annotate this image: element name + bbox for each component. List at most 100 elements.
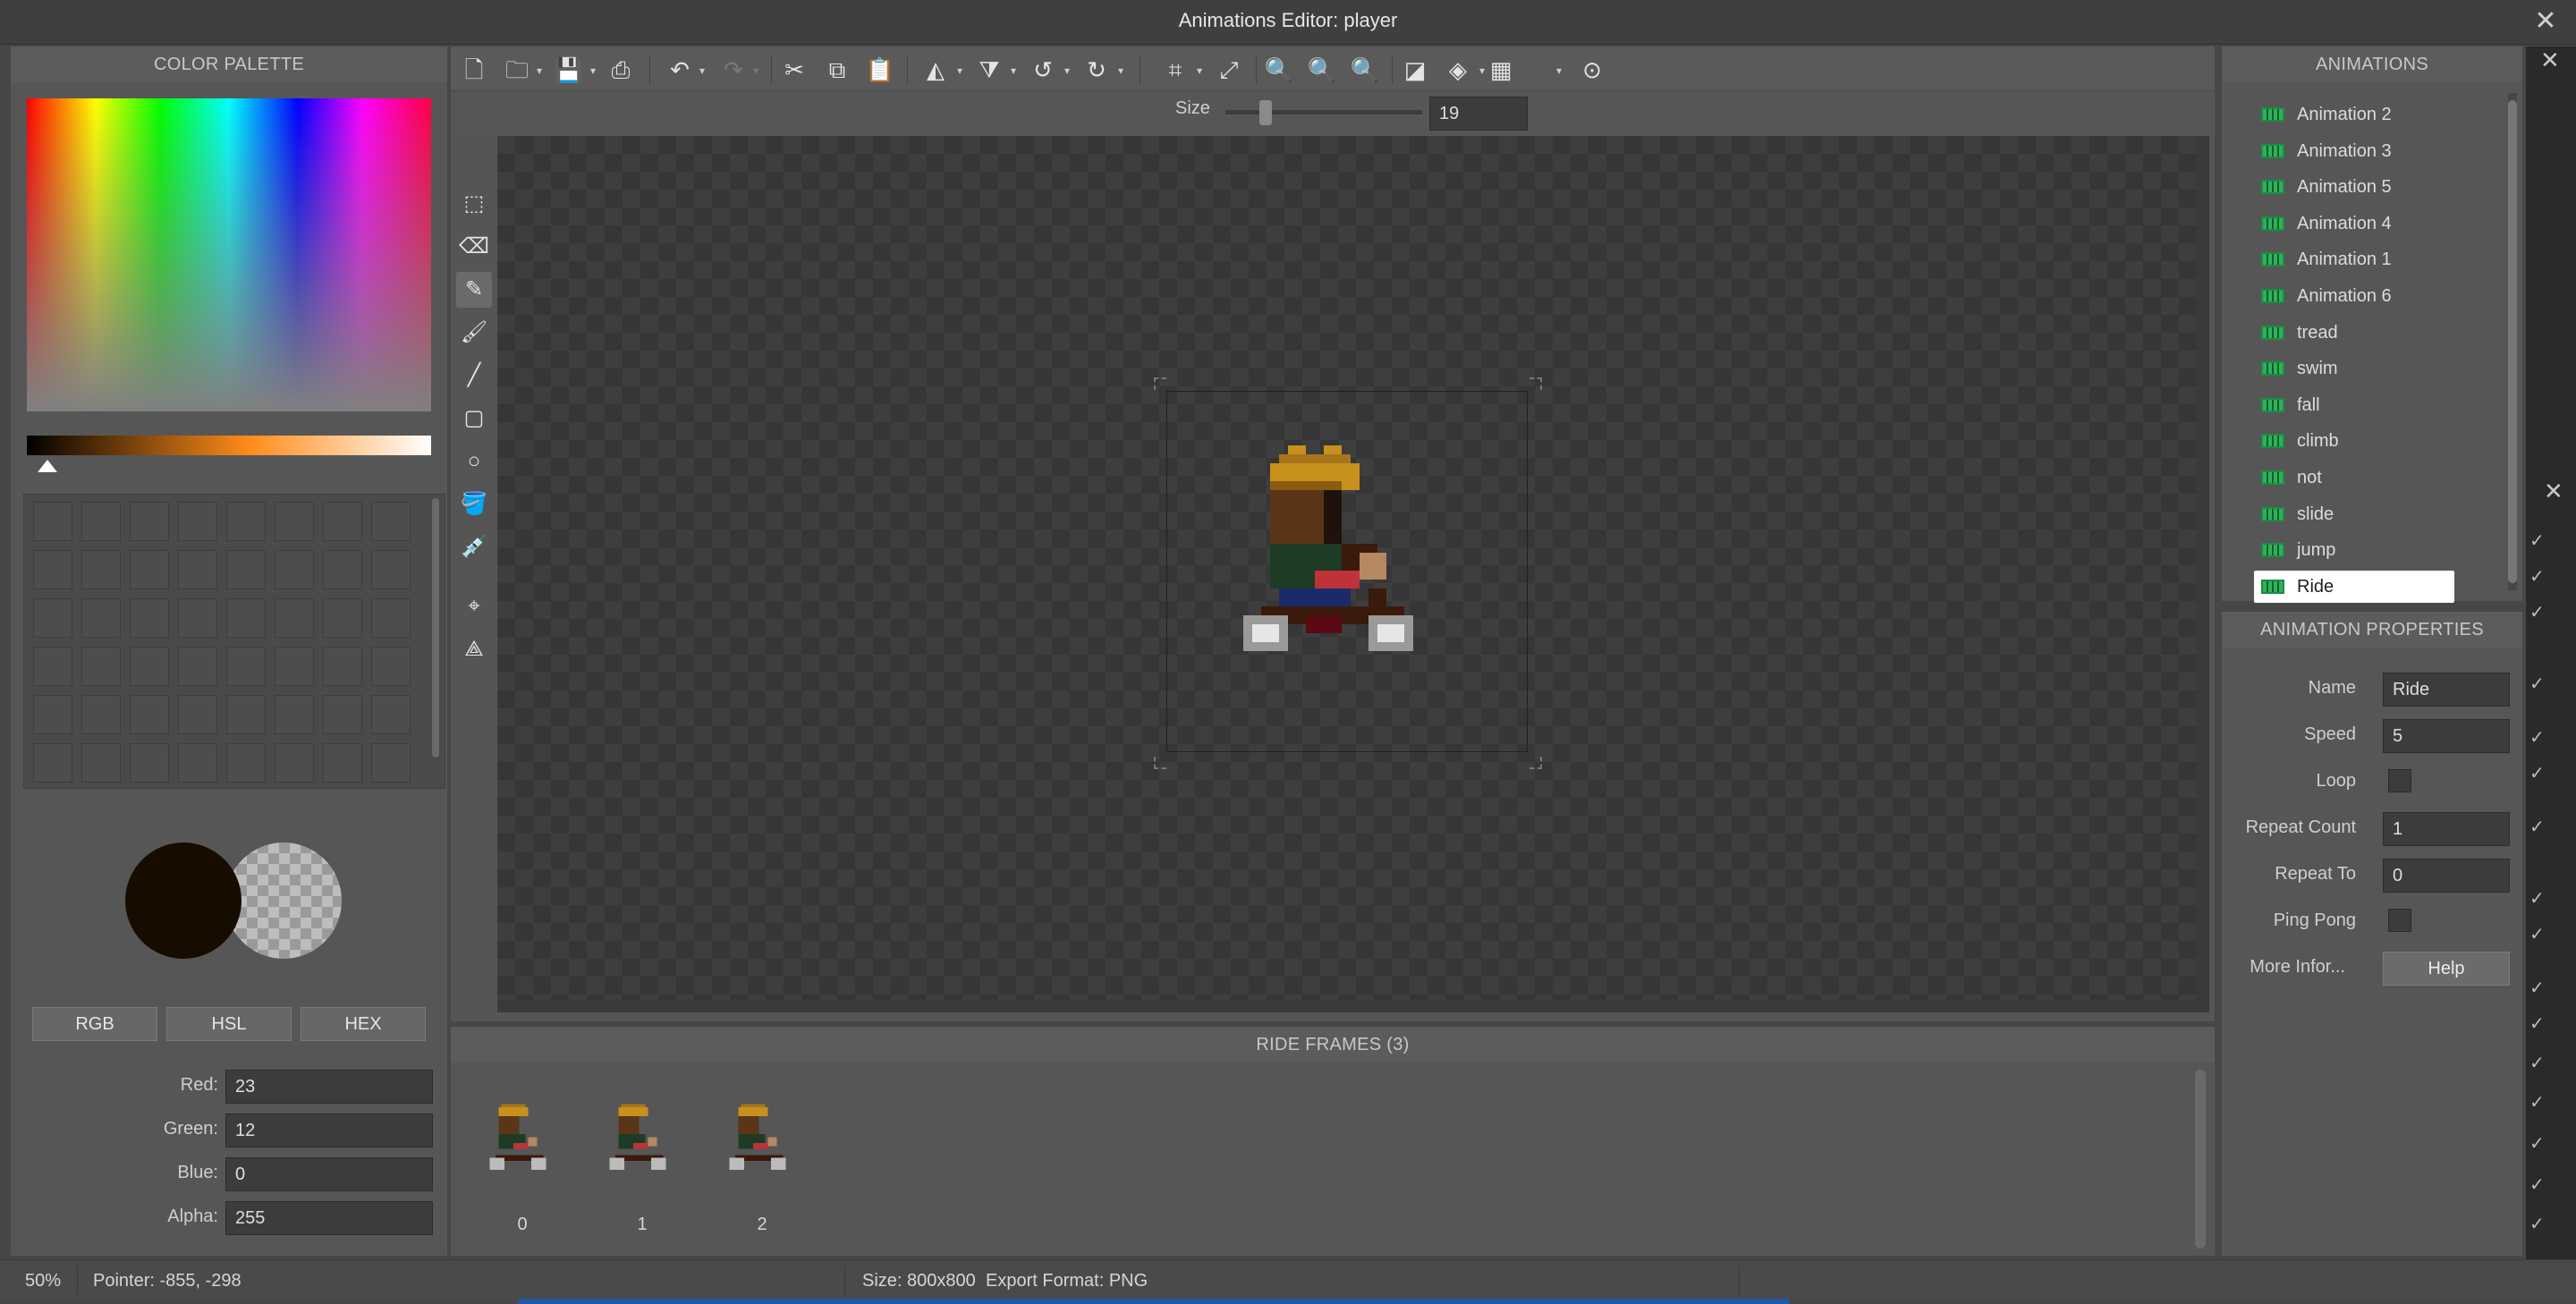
- animation-list-item[interactable]: Animation 3: [2254, 135, 2454, 167]
- animation-list-item[interactable]: Animation 1: [2254, 243, 2454, 275]
- cut-icon[interactable]: ✂: [778, 54, 810, 86]
- color-swatch[interactable]: [81, 647, 121, 686]
- color-swatch[interactable]: [226, 550, 266, 589]
- rotate-left-icon[interactable]: ↺: [1027, 54, 1059, 86]
- rotate-right-dropdown-icon[interactable]: ▾: [1118, 64, 1123, 77]
- animation-list-item[interactable]: swim: [2254, 352, 2454, 385]
- redo-dropdown-icon[interactable]: ▾: [753, 64, 758, 77]
- color-swatch[interactable]: [226, 502, 266, 541]
- color-swatch[interactable]: [81, 695, 121, 734]
- repeat-count-input[interactable]: 1: [2383, 812, 2510, 846]
- color-swatch[interactable]: [275, 502, 314, 541]
- color-swatch[interactable]: [33, 598, 72, 638]
- color-swatch[interactable]: [371, 502, 411, 541]
- open-dropdown-icon[interactable]: ▾: [537, 64, 542, 77]
- color-swatch[interactable]: [371, 647, 411, 686]
- animation-list-item[interactable]: Animation 6: [2254, 280, 2454, 312]
- sprite-corner-handle[interactable]: [1530, 377, 1542, 390]
- resize-icon[interactable]: ⤢: [1213, 54, 1245, 86]
- rgb-mode-button[interactable]: RGB: [32, 1007, 157, 1041]
- copy-icon[interactable]: ⧉: [821, 54, 853, 86]
- color-swatch[interactable]: [178, 647, 217, 686]
- save-icon[interactable]: 💾: [553, 54, 585, 86]
- rotate-left-dropdown-icon[interactable]: ▾: [1064, 64, 1070, 77]
- help-button[interactable]: Help: [2383, 952, 2510, 986]
- color-swatch[interactable]: [81, 550, 121, 589]
- color-swatch[interactable]: [371, 550, 411, 589]
- line-tool-icon[interactable]: ╱: [456, 358, 492, 394]
- zoom-in-icon[interactable]: 🔍: [1263, 54, 1295, 86]
- shade-gradient-slider[interactable]: [27, 436, 431, 455]
- color-swatch[interactable]: [178, 598, 217, 638]
- zoom-fit-icon[interactable]: 🔍: [1349, 54, 1381, 86]
- flip-horizontal-dropdown-icon[interactable]: ▾: [957, 64, 962, 77]
- color-swatch[interactable]: [323, 502, 362, 541]
- frame-thumbnail[interactable]: [606, 1098, 678, 1188]
- color-swatch[interactable]: [178, 743, 217, 783]
- animations-scrollbar[interactable]: [2508, 93, 2517, 590]
- color-swatch[interactable]: [130, 502, 169, 541]
- undo-icon[interactable]: ↶: [664, 54, 696, 86]
- color-swatch[interactable]: [226, 695, 266, 734]
- animation-list-item[interactable]: climb: [2254, 425, 2454, 457]
- sprite-corner-handle[interactable]: [1154, 757, 1166, 769]
- flip-horizontal-icon[interactable]: ◭: [919, 54, 952, 86]
- close-window-button[interactable]: ✕: [2529, 5, 2562, 38]
- color-swatch[interactable]: [178, 502, 217, 541]
- color-swatch[interactable]: [33, 550, 72, 589]
- sprite-corner-handle[interactable]: [1530, 757, 1542, 769]
- color-swatch[interactable]: [275, 647, 314, 686]
- green-input[interactable]: 12: [225, 1113, 433, 1147]
- color-swatch[interactable]: [33, 647, 72, 686]
- rotate-right-icon[interactable]: ↻: [1080, 54, 1113, 86]
- sprite-corner-handle[interactable]: [1154, 377, 1166, 390]
- animations-scrollbar-thumb[interactable]: [2508, 100, 2517, 583]
- color-swatch[interactable]: [275, 743, 314, 783]
- eyedropper-tool-icon[interactable]: 💉: [456, 529, 492, 565]
- color-swatch[interactable]: [130, 743, 169, 783]
- secondary-color-swatch[interactable]: [225, 843, 342, 959]
- animation-list-item[interactable]: slide: [2254, 498, 2454, 530]
- color-swatch[interactable]: [323, 647, 362, 686]
- brush-size-input[interactable]: 19: [1429, 97, 1528, 131]
- color-swatch[interactable]: [178, 695, 217, 734]
- color-swatch[interactable]: [275, 598, 314, 638]
- new-file-icon[interactable]: 🗋: [458, 54, 490, 86]
- color-swatch[interactable]: [275, 695, 314, 734]
- frame-thumbnail[interactable]: [726, 1098, 798, 1188]
- color-swatch[interactable]: [371, 598, 411, 638]
- origin-tool-icon[interactable]: ⌖: [456, 588, 492, 624]
- color-swatch[interactable]: [81, 743, 121, 783]
- animation-list-item[interactable]: Animation 5: [2254, 171, 2454, 203]
- primary-color-swatch[interactable]: [125, 843, 242, 959]
- blue-input[interactable]: 0: [225, 1157, 433, 1191]
- ellipse-tool-icon[interactable]: ○: [456, 444, 492, 479]
- hex-mode-button[interactable]: HEX: [301, 1007, 426, 1041]
- swatch-scrollbar[interactable]: [432, 498, 439, 758]
- color-spectrum-picker[interactable]: [27, 98, 431, 411]
- color-swatch[interactable]: [226, 598, 266, 638]
- alpha-input[interactable]: 255: [225, 1201, 433, 1235]
- repeat-to-input[interactable]: 0: [2383, 859, 2510, 893]
- invert-icon[interactable]: ◪: [1399, 54, 1431, 86]
- flip-vertical-dropdown-icon[interactable]: ▾: [1011, 64, 1016, 77]
- background-close-icon[interactable]: ✕: [2540, 47, 2560, 74]
- color-swatch[interactable]: [81, 502, 121, 541]
- color-swatch[interactable]: [130, 598, 169, 638]
- zoom-out-icon[interactable]: 🔍: [1306, 54, 1338, 86]
- color-swatch[interactable]: [275, 550, 314, 589]
- color-swatch[interactable]: [130, 695, 169, 734]
- shade-slider-handle[interactable]: [38, 460, 57, 472]
- speed-input[interactable]: 5: [2383, 719, 2510, 753]
- export-icon[interactable]: ⎙: [605, 54, 637, 86]
- background-close-icon[interactable]: ✕: [2544, 478, 2563, 505]
- hsl-mode-button[interactable]: HSL: [166, 1007, 292, 1041]
- layers-icon[interactable]: ◈: [1442, 54, 1474, 86]
- color-swatch[interactable]: [226, 647, 266, 686]
- save-dropdown-icon[interactable]: ▾: [590, 64, 596, 77]
- color-swatch[interactable]: [323, 743, 362, 783]
- play-icon[interactable]: ⊙: [1576, 54, 1608, 86]
- grid-dropdown-icon[interactable]: ▾: [1556, 64, 1562, 77]
- red-input[interactable]: 23: [225, 1070, 433, 1104]
- color-swatch[interactable]: [323, 695, 362, 734]
